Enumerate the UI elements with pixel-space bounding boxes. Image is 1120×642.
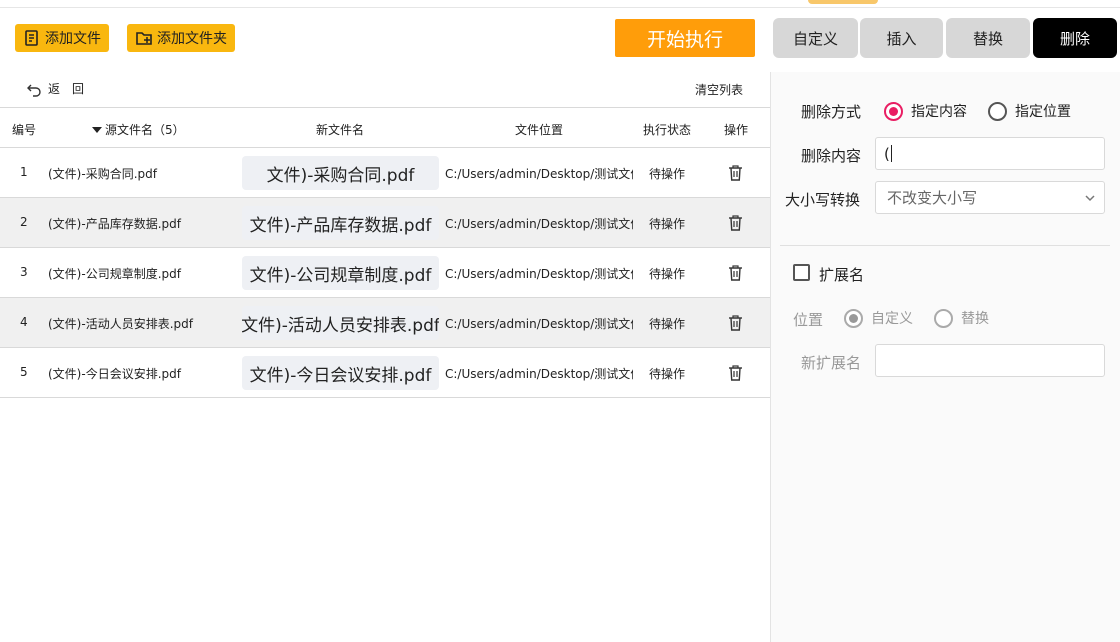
row-status: 待操作	[649, 317, 686, 331]
add-file-label: 添加文件	[45, 31, 101, 47]
radio-specified-position[interactable]: 指定位置	[988, 101, 1071, 121]
header-action: 操作	[724, 123, 749, 137]
row-new-name: 文件)-今日会议安排.pdf	[242, 356, 439, 390]
row-location: C:/Users/admin/Desktop/测试文件	[445, 317, 633, 331]
radio-circle	[988, 101, 1007, 121]
trash-icon[interactable]	[728, 365, 743, 381]
section-divider	[780, 245, 1110, 246]
delete-mode-label: 删除方式	[801, 103, 862, 121]
add-file-button[interactable]: 添加文件	[15, 24, 109, 52]
row-new-name: 文件)-活动人员安排表.pdf	[242, 306, 439, 340]
radio-circle	[844, 308, 863, 328]
trash-icon[interactable]	[728, 215, 743, 231]
row-new-name: 文件)-产品库存数据.pdf	[242, 206, 439, 240]
document-list-icon	[25, 30, 38, 46]
caret-down-icon	[92, 126, 102, 133]
row-index: 4	[20, 315, 28, 329]
row-index: 5	[20, 365, 28, 379]
radio-circle	[884, 101, 903, 121]
app-window: 添加文件 添加文件夹 开始执行 自定义 插入 替换 删除 返 回 清空列表 编号…	[0, 0, 1120, 642]
trash-icon[interactable]	[728, 315, 743, 331]
row-new-name: 文件)-采购合同.pdf	[242, 156, 439, 190]
table-row: 1 (文件)-采购合同.pdf 文件)-采购合同.pdf C:/Users/ad…	[0, 148, 770, 198]
table-header: 编号 源文件名（5） 新文件名 文件位置 执行状态 操作	[0, 107, 770, 148]
row-status: 待操作	[649, 367, 686, 381]
case-conversion-label: 大小写转换	[785, 191, 861, 209]
radio-label: 指定内容	[911, 104, 967, 120]
table-row: 5 (文件)-今日会议安排.pdf 文件)-今日会议安排.pdf C:/User…	[0, 348, 770, 398]
row-source-name: (文件)-活动人员安排表.pdf	[48, 317, 193, 331]
text-cursor	[890, 145, 892, 162]
folder-plus-icon	[136, 32, 152, 45]
radio-specified-content[interactable]: 指定内容	[884, 101, 967, 121]
new-extension-input[interactable]	[875, 344, 1105, 377]
row-location: C:/Users/admin/Desktop/测试文件	[445, 267, 633, 281]
delete-content-label: 删除内容	[801, 147, 862, 165]
radio-label: 自定义	[871, 311, 913, 327]
radio-position-replace[interactable]: 替换	[934, 308, 989, 328]
row-location: C:/Users/admin/Desktop/测试文件	[445, 167, 633, 181]
add-folder-label: 添加文件夹	[157, 31, 227, 47]
radio-label: 替换	[961, 311, 989, 327]
row-index: 1	[20, 165, 28, 179]
add-folder-button[interactable]: 添加文件夹	[127, 24, 235, 52]
table-row: 2 (文件)-产品库存数据.pdf 文件)-产品库存数据.pdf C:/User…	[0, 198, 770, 248]
clear-list-button[interactable]: 清空列表	[695, 81, 743, 98]
row-index: 3	[20, 265, 28, 279]
row-status: 待操作	[649, 267, 686, 281]
radio-position-custom[interactable]: 自定义	[844, 308, 913, 328]
delete-content-input[interactable]: (	[875, 137, 1105, 170]
start-button[interactable]: 开始执行	[615, 19, 755, 57]
case-conversion-select[interactable]: 不改变大小写	[875, 181, 1105, 214]
row-location: C:/Users/admin/Desktop/测试文件	[445, 367, 633, 381]
extension-checkbox[interactable]	[793, 264, 810, 281]
header-index: 编号	[12, 123, 37, 137]
row-source-name: (文件)-采购合同.pdf	[48, 167, 157, 181]
row-source-name: (文件)-今日会议安排.pdf	[48, 367, 181, 381]
header-status: 执行状态	[643, 123, 692, 137]
file-table: 编号 源文件名（5） 新文件名 文件位置 执行状态 操作 1 (文件)-采购合同…	[0, 107, 770, 398]
position-label: 位置	[793, 311, 824, 329]
back-button[interactable]: 返 回	[26, 80, 84, 97]
trash-icon[interactable]	[728, 265, 743, 281]
tab-replace[interactable]: 替换	[946, 18, 1030, 58]
undo-arrow-icon	[27, 84, 41, 97]
row-location: C:/Users/admin/Desktop/测试文件	[445, 217, 633, 231]
header-location: 文件位置	[515, 123, 564, 137]
case-conversion-value: 不改变大小写	[887, 189, 978, 207]
top-divider	[0, 7, 1120, 8]
header-source[interactable]: 源文件名（5）	[92, 121, 185, 138]
extension-label: 扩展名	[819, 266, 865, 284]
trash-icon[interactable]	[728, 165, 743, 181]
delete-content-value: (	[884, 144, 890, 163]
row-status: 待操作	[649, 167, 686, 181]
new-extension-label: 新扩展名	[801, 354, 862, 372]
row-source-name: (文件)-公司规章制度.pdf	[48, 267, 181, 281]
row-index: 2	[20, 215, 28, 229]
row-status: 待操作	[649, 217, 686, 231]
tab-insert[interactable]: 插入	[860, 18, 943, 58]
table-row: 4 (文件)-活动人员安排表.pdf 文件)-活动人员安排表.pdf C:/Us…	[0, 298, 770, 348]
tab-delete[interactable]: 删除	[1033, 18, 1117, 58]
radio-circle	[934, 308, 953, 328]
radio-label: 指定位置	[1015, 104, 1071, 120]
top-accent	[808, 0, 878, 4]
back-label: 返 回	[48, 82, 85, 96]
row-source-name: (文件)-产品库存数据.pdf	[48, 217, 181, 231]
header-new-name: 新文件名	[316, 123, 365, 137]
table-row: 3 (文件)-公司规章制度.pdf 文件)-公司规章制度.pdf C:/User…	[0, 248, 770, 298]
tab-custom[interactable]: 自定义	[773, 18, 858, 58]
header-source-label: 源文件名（5）	[105, 123, 185, 137]
row-new-name: 文件)-公司规章制度.pdf	[242, 256, 439, 290]
chevron-down-icon	[1085, 195, 1095, 202]
